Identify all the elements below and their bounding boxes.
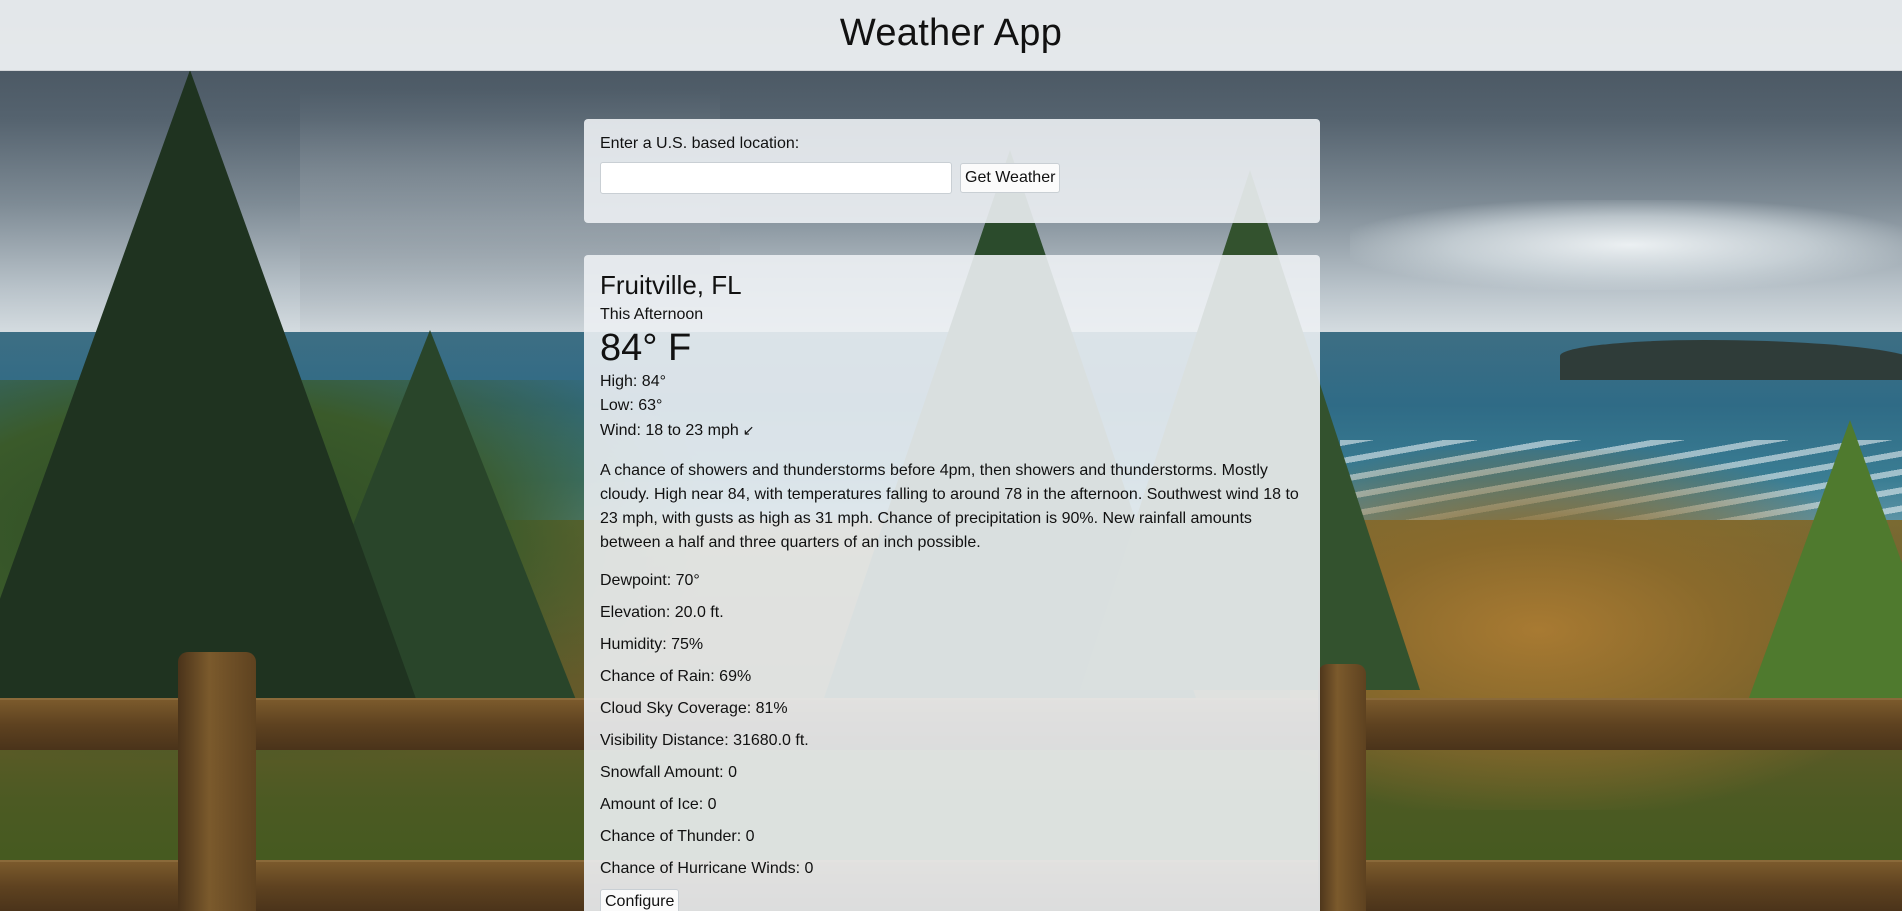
wind-direction-icon: ↙ [742,422,755,439]
chance-of-thunder: Chance of Thunder: 0 [600,828,755,846]
wind-row: Wind: 18 to 23 mph ↙ [600,418,1304,443]
high-temperature: High: 84° [600,373,666,391]
configure-button[interactable]: Configure [600,889,680,911]
cloud-sky-coverage: Cloud Sky Coverage: 81% [600,700,788,718]
location-search-card: Enter a U.S. based location: Get Weather [584,119,1320,223]
location-name: Fruitville, FL [600,270,742,300]
detailed-forecast: A chance of showers and thunderstorms be… [600,462,1299,552]
amount-of-ice: Amount of Ice: 0 [600,796,717,814]
app-title: Weather App [839,11,1063,54]
tree [0,70,420,710]
chance-of-rain: Chance of Rain: 69% [600,668,752,686]
weather-result-card: Fruitville, FL This Afternoon 84° F High… [584,255,1320,911]
wind-speed: Wind: 18 to 23 mph [600,422,739,440]
dewpoint: Dewpoint: 70° [600,572,700,590]
bright-cloud [1350,200,1902,290]
low-temperature: Low: 63° [600,397,663,415]
app-header: Weather App [0,0,1902,71]
chance-of-hurricane-winds: Chance of Hurricane Winds: 0 [600,860,814,878]
elevation: Elevation: 20.0 ft. [600,604,724,622]
get-weather-button[interactable]: Get Weather [960,163,1061,193]
search-row: Get Weather [600,162,1304,194]
location-label: Enter a U.S. based location: [600,135,800,152]
visibility-distance: Visibility Distance: 31680.0 ft. [600,732,809,750]
fence-post [178,652,256,911]
humidity: Humidity: 75% [600,636,704,654]
headland [1560,340,1902,380]
current-temperature: 84° F [600,326,692,369]
location-input[interactable] [600,162,952,194]
forecast-period: This Afternoon [600,305,704,323]
fence-post [1318,664,1366,911]
snowfall-amount: Snowfall Amount: 0 [600,764,737,782]
